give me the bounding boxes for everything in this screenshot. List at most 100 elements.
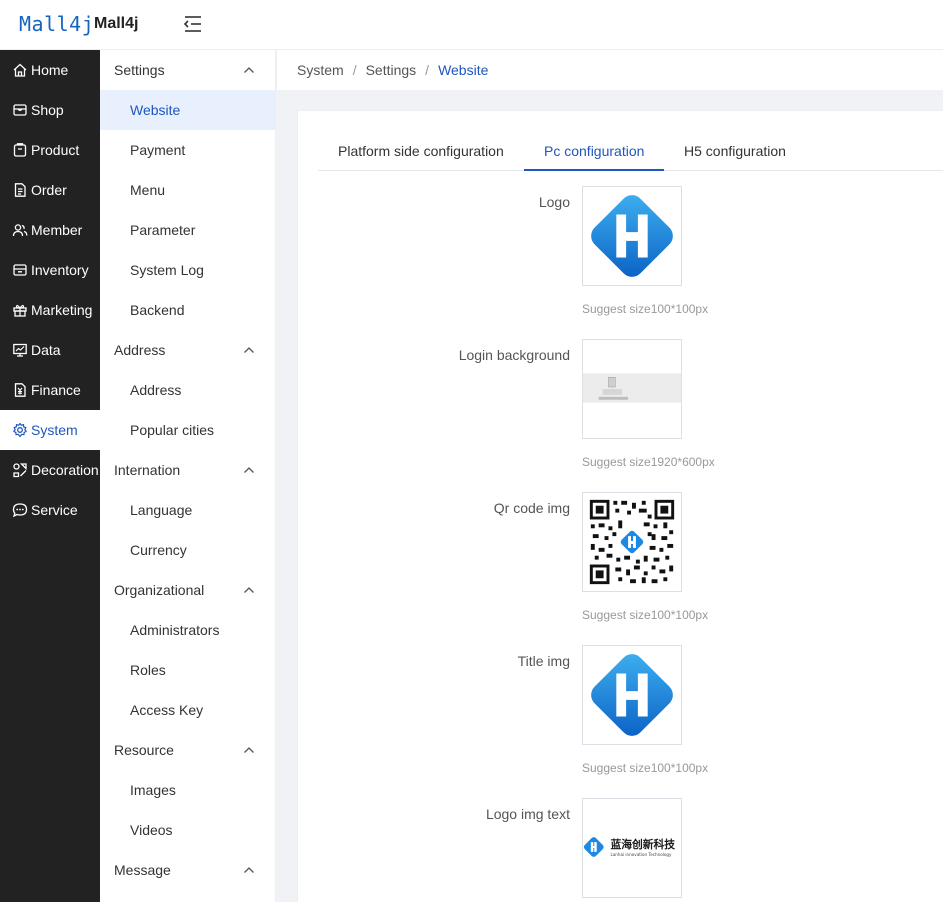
logo-cn-text: 蓝海创新科技 [610,838,675,851]
order-icon [12,182,28,198]
submenu-item-access-key[interactable]: Access Key [100,690,275,730]
nav-item-service[interactable]: Service [0,490,100,530]
tab-platform-side-configuration[interactable]: Platform side configuration [338,131,504,171]
chevron-up-icon [244,347,254,353]
submenu-item-backend[interactable]: Backend [100,290,275,330]
home-icon [12,62,28,78]
logo-upload[interactable] [582,186,682,286]
nav-item-order[interactable]: Order [0,170,100,210]
submenu-item-payment[interactable]: Payment [100,130,275,170]
gift-icon [12,302,28,318]
chevron-up-icon [244,67,254,73]
logo-size-hint: Suggest size100*100px [582,302,709,316]
nav-item-inventory[interactable]: Inventory [0,250,100,290]
chat-icon [12,502,28,518]
config-panel: Platform side configuration Pc configura… [297,110,943,902]
top-header: Mall4j Mall4j [0,0,943,50]
shop-icon [12,102,28,118]
tab-pc-configuration[interactable]: Pc configuration [544,131,644,171]
nav-item-member[interactable]: Member [0,210,100,250]
menu-collapse-icon[interactable] [181,14,203,34]
submenu-group-address[interactable]: Address [100,330,275,370]
product-icon [12,142,28,158]
nav-label: Inventory [31,262,89,278]
qr-code-img-label: Qr code img [493,500,570,516]
breadcrumb-item-settings[interactable]: Settings [366,62,417,78]
nav-item-shop[interactable]: Shop [0,90,100,130]
member-icon [12,222,28,238]
submenu-item-roles[interactable]: Roles [100,650,275,690]
logo-label: Logo [538,194,570,210]
submenu-group-internation[interactable]: Internation [100,450,275,490]
app-name: Mall4j [94,15,139,32]
login-background-image [583,373,681,403]
chevron-up-icon [244,587,254,593]
inventory-icon [12,262,28,278]
nav-label: Shop [31,102,64,118]
submenu-item-administrators[interactable]: Administrators [100,610,275,650]
submenu-group-organizational[interactable]: Organizational [100,570,275,610]
login-background-label: Login background [458,347,570,363]
submenu-item-menu[interactable]: Menu [100,170,275,210]
nav-item-system[interactable]: System [0,410,100,450]
nav-label: Finance [31,382,81,398]
nav-label: Home [31,62,69,78]
breadcrumb: System / Settings / Website [277,50,943,90]
submenu-item-system-log[interactable]: System Log [100,250,275,290]
submenu-item-images[interactable]: Images [100,770,275,810]
nav-item-product[interactable]: Product [0,130,100,170]
brand-h-logo-image [591,195,673,277]
gear-icon [12,422,28,438]
logo-img-text-upload[interactable]: 蓝海创新科技 Lanhai innovation Technology [582,798,682,898]
chart-icon [12,342,28,358]
chevron-up-icon [244,747,254,753]
nav-item-home[interactable]: Home [0,50,100,90]
sub-menu: Settings Website Payment Menu Parameter … [100,50,276,902]
logo-en-text: Lanhai innovation Technology [610,852,672,857]
active-tab-indicator [524,169,664,171]
breadcrumb-separator: / [352,62,357,78]
submenu-item-address[interactable]: Address [100,370,275,410]
brand-logo: Mall4j [19,12,95,36]
submenu-group-settings[interactable]: Settings [100,50,275,90]
nav-item-finance[interactable]: Finance [0,370,100,410]
login-background-upload[interactable] [582,339,682,439]
title-img-size-hint: Suggest size100*100px [582,761,709,775]
breadcrumb-item-system[interactable]: System [297,62,344,78]
chevron-up-icon [244,467,254,473]
qr-code-upload[interactable] [582,492,682,592]
config-tabs: Platform side configuration Pc configura… [318,131,943,171]
submenu-item-parameter[interactable]: Parameter [100,210,275,250]
submenu-group-resource[interactable]: Resource [100,730,275,770]
main-nav: Home Shop Product Order Member Inventory… [0,50,100,902]
submenu-group-label: Resource [114,742,174,758]
title-img-label: Title img [517,653,570,669]
submenu-group-label: Address [114,342,166,358]
submenu-item-popular-cities[interactable]: Popular cities [100,410,275,450]
nav-label: Decoration [31,462,99,478]
breadcrumb-separator: / [425,62,430,78]
qr-code-size-hint: Suggest size100*100px [582,608,709,622]
nav-item-marketing[interactable]: Marketing [0,290,100,330]
nav-label: Order [31,182,67,198]
title-h-logo-image [591,654,673,736]
nav-label: Product [31,142,80,158]
nav-label: Data [31,342,61,358]
nav-label: Service [31,502,78,518]
nav-item-data[interactable]: Data [0,330,100,370]
nav-item-decoration[interactable]: Decoration [0,450,100,490]
submenu-group-label: Internation [114,462,181,478]
login-background-size-hint: Suggest size1920*600px [582,455,715,469]
submenu-group-label: Settings [114,62,165,78]
nav-label: Member [31,222,83,238]
breadcrumb-current: Website [438,62,489,78]
tab-h5-configuration[interactable]: H5 configuration [684,131,786,171]
submenu-group-message[interactable]: Message [100,850,275,890]
decoration-icon [12,462,28,478]
submenu-item-language[interactable]: Language [100,490,275,530]
submenu-item-videos[interactable]: Videos [100,810,275,850]
submenu-item-currency[interactable]: Currency [100,530,275,570]
submenu-group-label: Message [114,862,171,878]
title-img-upload[interactable] [582,645,682,745]
submenu-item-website[interactable]: Website [100,90,275,130]
